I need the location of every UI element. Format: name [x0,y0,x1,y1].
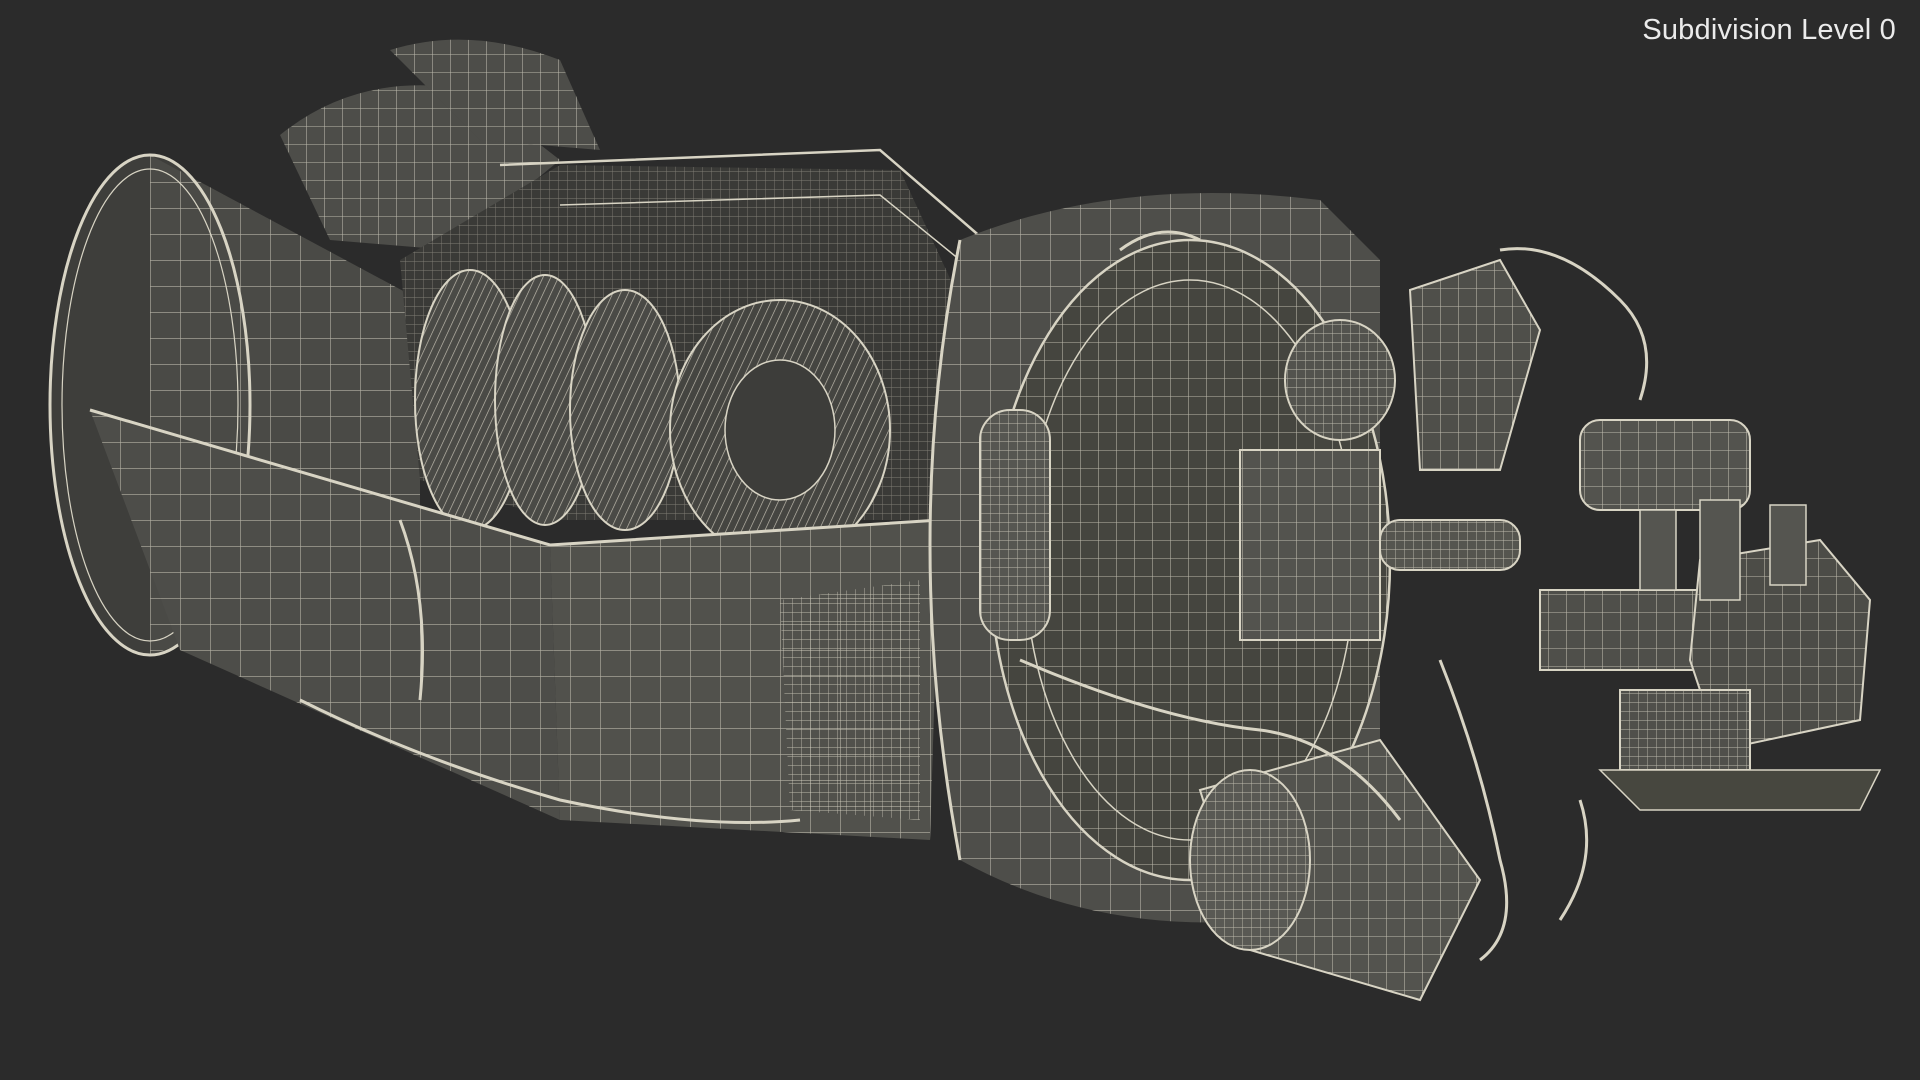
subdivision-level-label: Subdivision Level 0 [1642,14,1896,46]
turboshaft-engine-wireframe-model [48,39,1882,1002]
compressor-section [400,148,991,561]
starter-generator [1189,738,1482,1002]
3d-viewport[interactable]: Subdivision Level 0 [0,0,1920,1080]
fuel-control-unit [1539,419,1882,811]
side-cover-panel [979,409,1051,641]
